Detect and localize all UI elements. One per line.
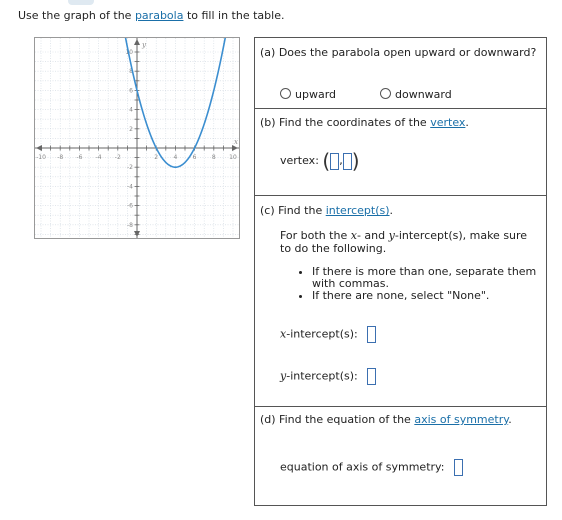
y-intercept-input[interactable] xyxy=(367,368,377,385)
y-tick-label: 4 xyxy=(129,107,133,114)
instruction-bullets: If there is more than one, separate them… xyxy=(280,266,536,302)
x-tick-label: -10 xyxy=(36,154,46,161)
question-d: (d) Find the equation of the axis of sym… xyxy=(260,413,512,426)
instr-part1: For both the xyxy=(280,229,351,242)
y-tick-label: -6 xyxy=(127,203,133,210)
parabola-graph: -10-8-6-4-2246810108642-2-4-6-8-10xy xyxy=(34,37,240,254)
instruction-suffix: to fill in the table. xyxy=(183,9,285,22)
upward-radio[interactable] xyxy=(280,88,291,99)
y-tick-label: -2 xyxy=(127,164,133,171)
section-c: (c) Find the intercept(s). For both the … xyxy=(255,196,546,407)
question-c-suffix: . xyxy=(389,204,394,217)
instruction-text: Use the graph of the parabola to fill in… xyxy=(18,9,284,22)
y-tick-label: 6 xyxy=(129,87,133,94)
vertex-x-input[interactable] xyxy=(330,152,340,170)
graph-svg: -10-8-6-4-2246810108642-2-4-6-8-10xy xyxy=(35,37,239,254)
x-tick-label: 10 xyxy=(229,154,237,161)
section-b: (b) Find the coordinates of the vertex. … xyxy=(255,109,546,196)
vertex-y-input[interactable] xyxy=(342,152,352,170)
option-downward[interactable]: downward xyxy=(380,88,452,101)
y-axis-label: y xyxy=(141,41,147,49)
intercepts-link[interactable]: intercept(s) xyxy=(326,204,390,217)
y-axis-arrow-up xyxy=(134,39,140,45)
downward-label: downward xyxy=(395,88,452,101)
y-intercept-answer: y-intercept(s): xyxy=(280,368,377,385)
instruction-prefix: Use the graph of the xyxy=(18,9,135,22)
answer-table: (a) Does the parabola open upward or dow… xyxy=(254,37,547,506)
vertex-answer: vertex: (,) xyxy=(280,149,360,173)
bullet-2: If there are none, select "None". xyxy=(312,290,536,302)
x-tick-label: -4 xyxy=(96,154,102,161)
vertex-label: vertex: xyxy=(280,154,319,167)
question-b-prefix: (b) Find the coordinates of the xyxy=(260,116,431,129)
x-intercept-input[interactable] xyxy=(367,326,377,343)
intercept-instructions: For both the x- and y-intercept(s), make… xyxy=(280,229,527,255)
x-tick-label: -2 xyxy=(115,154,121,161)
question-c: (c) Find the intercept(s). xyxy=(260,204,393,217)
instr-part3: -intercept(s), make sure xyxy=(394,229,528,242)
x-intercept-answer: x-intercept(s): xyxy=(280,326,377,343)
x-tick-label: 4 xyxy=(173,154,177,161)
question-d-prefix: (d) Find the equation of the xyxy=(260,413,415,426)
x-axis-label: x xyxy=(234,138,238,146)
instr-part2: - and xyxy=(356,229,389,242)
vertex-open-paren: ( xyxy=(322,149,331,173)
vertex-close-paren: ) xyxy=(351,149,360,173)
option-upward[interactable]: upward xyxy=(280,88,336,101)
section-d: (d) Find the equation of the axis of sym… xyxy=(255,407,546,505)
axis-input[interactable] xyxy=(453,459,463,476)
axis-label: equation of axis of symmetry: xyxy=(280,460,445,474)
section-a: (a) Does the parabola open upward or dow… xyxy=(255,38,546,109)
x-tick-label: -6 xyxy=(76,154,82,161)
downward-radio[interactable] xyxy=(380,88,391,99)
x-tick-label: 6 xyxy=(193,154,197,161)
question-b-suffix: . xyxy=(465,116,469,129)
question-a: (a) Does the parabola open upward or dow… xyxy=(260,46,537,59)
x-tick-label: 8 xyxy=(212,154,216,161)
bullet-1: If there is more than one, separate them… xyxy=(312,266,536,290)
upward-label: upward xyxy=(295,88,337,101)
y-tick-label: 2 xyxy=(129,126,133,133)
y-tick-label: -4 xyxy=(127,183,133,190)
instr-part4: to do the following. xyxy=(280,242,387,255)
x-intercept-label: -intercept(s): xyxy=(286,327,358,341)
question-c-prefix: (c) Find the xyxy=(260,204,326,217)
axis-answer: equation of axis of symmetry: xyxy=(280,459,463,476)
axis-of-symmetry-link[interactable]: axis of symmetry xyxy=(414,413,508,426)
parabola-link[interactable]: parabola xyxy=(135,9,184,22)
vertex-link[interactable]: vertex xyxy=(430,116,465,129)
y-tick-label: -8 xyxy=(127,222,133,229)
x-tick-label: -8 xyxy=(57,154,63,161)
y-intercept-label: -intercept(s): xyxy=(286,369,358,383)
question-b: (b) Find the coordinates of the vertex. xyxy=(260,116,469,129)
x-tick-label: 2 xyxy=(154,154,158,161)
question-d-suffix: . xyxy=(508,413,512,426)
top-tab-hint xyxy=(68,0,94,5)
